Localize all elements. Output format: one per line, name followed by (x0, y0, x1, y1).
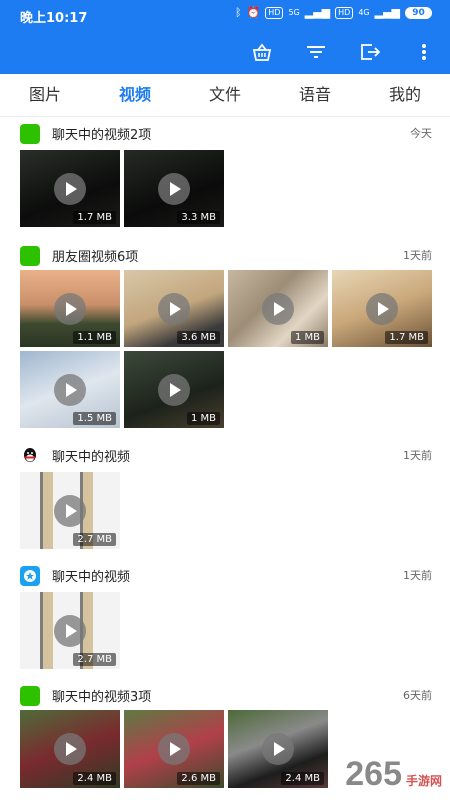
tab-voice[interactable]: 语音 (270, 74, 360, 116)
play-icon (54, 733, 86, 765)
play-icon (54, 292, 86, 325)
video-group: 聊天中的视频2项 今天 1.7 MB 3.3 MB (0, 120, 450, 228)
video-thumbnail[interactable]: 1.7 MB (332, 270, 432, 347)
video-thumbnail[interactable]: 2.7 MB (20, 592, 120, 669)
video-thumbnail[interactable]: 1.7 MB (20, 150, 120, 227)
category-tabs: 图片 视频 文件 语音 我的 (0, 74, 450, 117)
wechat-icon (20, 686, 40, 706)
play-icon (158, 292, 190, 325)
export-icon[interactable] (358, 40, 382, 64)
play-icon (54, 172, 86, 205)
tab-videos[interactable]: 视频 (90, 74, 180, 116)
file-size: 1.7 MB (385, 331, 428, 344)
file-size: 2.7 MB (73, 653, 116, 666)
play-icon (54, 373, 86, 406)
tab-mine[interactable]: 我的 (360, 74, 450, 116)
site-watermark: 265 手游网 (345, 755, 442, 794)
video-thumbnail[interactable]: 1 MB (228, 270, 328, 347)
battery-indicator: 90 (405, 6, 432, 19)
play-icon (158, 373, 190, 406)
wechat-icon (20, 246, 40, 266)
tab-images[interactable]: 图片 (0, 74, 90, 116)
file-size: 3.6 MB (177, 331, 220, 344)
file-size: 1.7 MB (73, 211, 116, 224)
watermark-text: 手游网 (405, 774, 442, 788)
video-thumbnail[interactable]: 2.6 MB (124, 710, 224, 788)
video-thumbnail[interactable]: 1.5 MB (20, 351, 120, 428)
hd-badge-2: HD (335, 6, 354, 19)
video-thumbnail[interactable]: 1 MB (124, 351, 224, 428)
cleanup-basket-icon[interactable] (250, 40, 274, 64)
group-time: 今天 (410, 127, 432, 140)
group-title: 聊天中的视频3项 (52, 690, 152, 705)
wechat-icon (20, 124, 40, 144)
bluetooth-icon: ᛒ (234, 6, 242, 19)
play-icon (54, 614, 86, 647)
file-size: 2.7 MB (73, 533, 116, 546)
play-icon (262, 733, 294, 765)
file-size: 1.5 MB (73, 412, 116, 425)
file-size: 1 MB (186, 412, 220, 425)
signal-icon-2: ▂▄▆ (374, 6, 400, 19)
play-icon (158, 733, 190, 765)
group-time: 6天前 (403, 689, 432, 702)
group-title: 聊天中的视频2项 (52, 128, 152, 143)
group-time: 1天前 (403, 449, 432, 462)
watermark-number: 265 (345, 755, 402, 793)
group-title: 聊天中的视频 (52, 450, 131, 465)
qq-icon (20, 446, 40, 466)
play-icon (158, 172, 190, 205)
video-thumbnail[interactable]: 3.6 MB (124, 270, 224, 347)
status-time: 晚上10:17 (20, 11, 88, 26)
signal-5g-label: 5G (288, 8, 300, 17)
alarm-icon: ⏰ (246, 6, 261, 19)
status-bar: 晚上10:17 ᛒ ⏰ HD 5G ▂▄▆ HD 4G ▂▄▆ 90 (0, 0, 450, 30)
video-thumbnail[interactable]: 3.3 MB (124, 150, 224, 227)
play-icon (366, 292, 398, 325)
signal-4g-label: 4G (358, 8, 370, 17)
signal-icon: ▂▄▆ (304, 6, 331, 19)
video-thumbnail[interactable]: 2.7 MB (20, 472, 120, 549)
video-thumbnail[interactable]: 1.1 MB (20, 270, 120, 347)
group-title: 聊天中的视频 (52, 570, 131, 585)
tab-files[interactable]: 文件 (180, 74, 270, 116)
file-size: 1 MB (290, 331, 324, 344)
file-size: 3.3 MB (177, 211, 220, 224)
group-title: 朋友圈视频6项 (52, 250, 139, 265)
video-thumbnail[interactable]: 2.4 MB (228, 710, 328, 788)
video-group: 朋友圈视频6项 1天前 1.1 MB 3.6 MB 1 MB 1.7 MB 1.… (0, 242, 450, 430)
filter-icon[interactable] (304, 40, 328, 64)
play-icon (54, 494, 86, 527)
file-size: 2.4 MB (281, 772, 324, 785)
group-time: 1天前 (403, 249, 432, 262)
hd-badge: HD (265, 6, 284, 19)
file-size: 1.1 MB (73, 331, 116, 344)
play-icon (262, 292, 294, 325)
more-options-icon[interactable] (412, 40, 436, 64)
group-time: 1天前 (403, 569, 432, 582)
file-size: 2.6 MB (177, 772, 220, 785)
video-group: 聊天中的视频 1天前 2.7 MB (0, 442, 450, 550)
app-bar: 晚上10:17 ᛒ ⏰ HD 5G ▂▄▆ HD 4G ▂▄▆ 90 (0, 0, 450, 74)
video-thumbnail[interactable]: 2.4 MB (20, 710, 120, 788)
star-app-icon (20, 566, 40, 586)
video-group: 聊天中的视频 1天前 2.7 MB (0, 562, 450, 670)
file-size: 2.4 MB (73, 772, 116, 785)
